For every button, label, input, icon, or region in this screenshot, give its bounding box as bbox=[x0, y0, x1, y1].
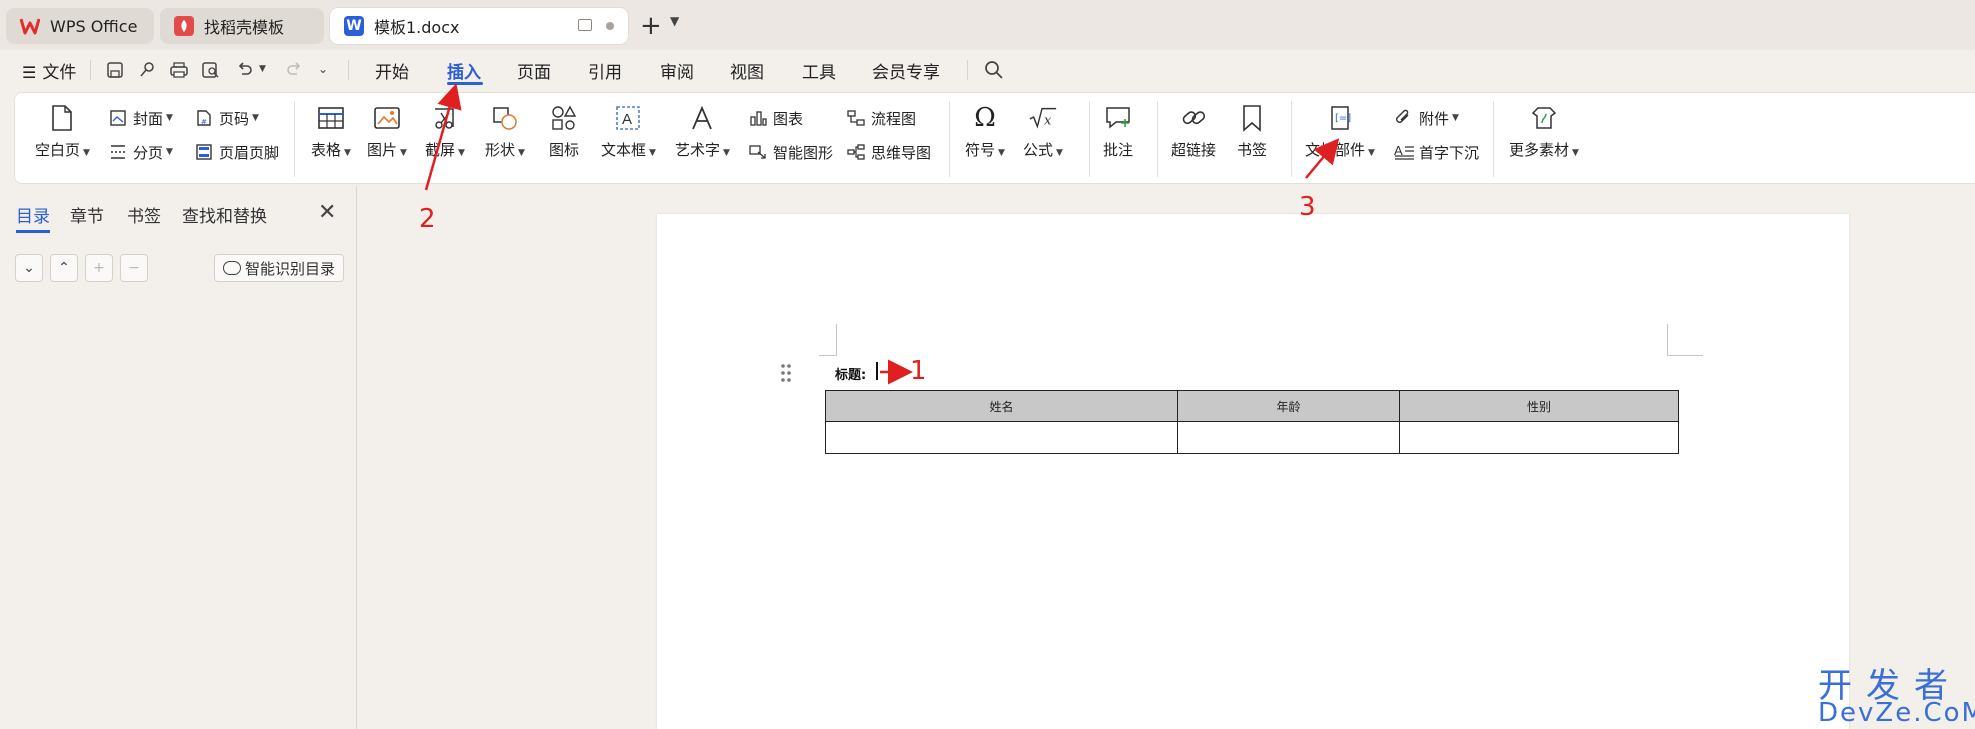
annotation-arrows bbox=[424, 83, 1340, 385]
annotation-arrow-2 bbox=[424, 83, 462, 191]
annotation-arrow-3 bbox=[1305, 138, 1340, 179]
annotation-number-2: 2 bbox=[419, 204, 436, 234]
watermark-text-en: DevZe.CoM bbox=[1818, 698, 1975, 728]
annotation-number-1: 1 bbox=[910, 356, 927, 386]
annotation-number-3: 3 bbox=[1299, 192, 1316, 222]
